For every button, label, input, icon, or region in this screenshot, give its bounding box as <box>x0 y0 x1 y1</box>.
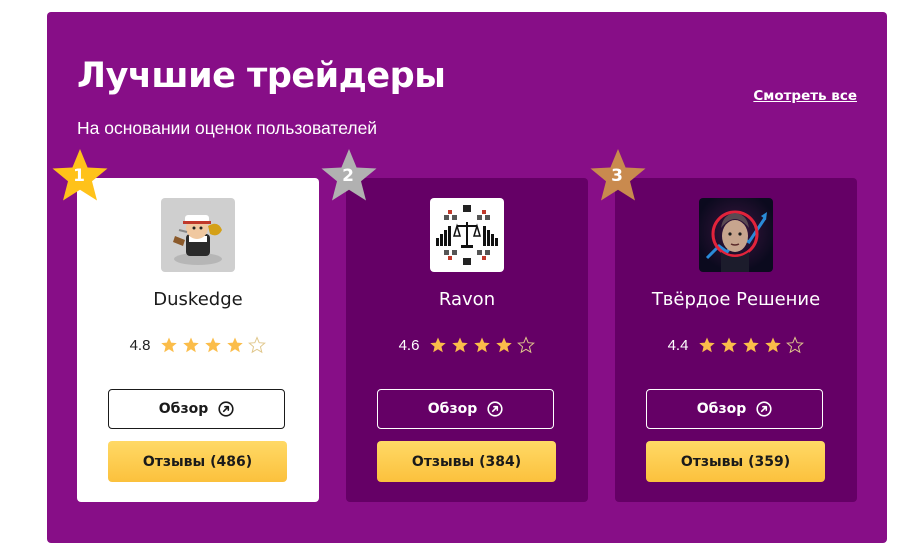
star-filled-icon <box>161 337 178 353</box>
star-filled-icon <box>430 337 447 353</box>
review-button[interactable]: Обзор <box>646 389 823 429</box>
panel-title: Лучшие трейдеры <box>77 56 446 96</box>
star-filled-icon <box>452 337 469 353</box>
top-traders-panel: Лучшие трейдеры На основании оценок поль… <box>47 12 887 543</box>
trader-name: Ravon <box>438 289 496 310</box>
rank-badge: 1 <box>51 148 111 206</box>
rank-badge: 2 <box>320 148 380 206</box>
star-empty-icon <box>517 336 536 354</box>
star-filled-icon <box>227 337 244 353</box>
trader-logo <box>699 198 773 272</box>
star-filled-icon <box>765 337 782 353</box>
review-button[interactable]: Обзор <box>108 389 285 429</box>
trader-card: 2 Ravon 4.6 Обзор Отзывы (384) <box>321 149 588 502</box>
rating-value: 4.8 <box>129 336 151 354</box>
rank-badge: 3 <box>589 148 649 206</box>
star-empty-icon <box>786 336 805 354</box>
external-link-circle-icon <box>487 401 503 417</box>
trader-logo <box>430 198 504 272</box>
review-button-label: Обзор <box>158 401 209 417</box>
star-filled-icon <box>699 337 716 353</box>
star-empty-icon <box>248 336 267 354</box>
rank-number: 3 <box>611 166 623 186</box>
rating: 4.4 <box>615 336 857 354</box>
reviews-button[interactable]: Отзывы (384) <box>377 441 556 482</box>
star-filled-icon <box>496 337 513 353</box>
reviews-button[interactable]: Отзывы (359) <box>646 441 825 482</box>
trader-card: 1 Duskedge 4.8 Обзор Отзывы (486) <box>52 149 319 502</box>
external-link-circle-icon <box>218 401 234 417</box>
star-filled-icon <box>474 337 491 353</box>
review-button-label: Обзор <box>696 401 747 417</box>
rating-value: 4.4 <box>667 336 689 354</box>
star-filled-icon <box>721 337 738 353</box>
trader-logo <box>161 198 235 272</box>
star-filled-icon <box>743 337 760 353</box>
rank-number: 2 <box>342 166 354 186</box>
view-all-link[interactable]: Смотреть все <box>753 88 857 104</box>
star-filled-icon <box>205 337 222 353</box>
panel-subtitle: На основании оценок пользователей <box>77 118 378 138</box>
trader-name: Duskedge <box>153 289 243 310</box>
star-filled-icon <box>183 337 200 353</box>
review-button[interactable]: Обзор <box>377 389 554 429</box>
trader-card: 3 Твёрдое Решение 4.4 Обзор Отзывы (359) <box>590 149 857 502</box>
rating-value: 4.6 <box>398 336 420 354</box>
review-button-label: Обзор <box>427 401 478 417</box>
rank-number: 1 <box>73 166 85 186</box>
external-link-circle-icon <box>756 401 772 417</box>
rating: 4.6 <box>346 336 588 354</box>
reviews-button[interactable]: Отзывы (486) <box>108 441 287 482</box>
rating: 4.8 <box>77 336 319 354</box>
trader-name: Твёрдое Решение <box>651 289 821 310</box>
